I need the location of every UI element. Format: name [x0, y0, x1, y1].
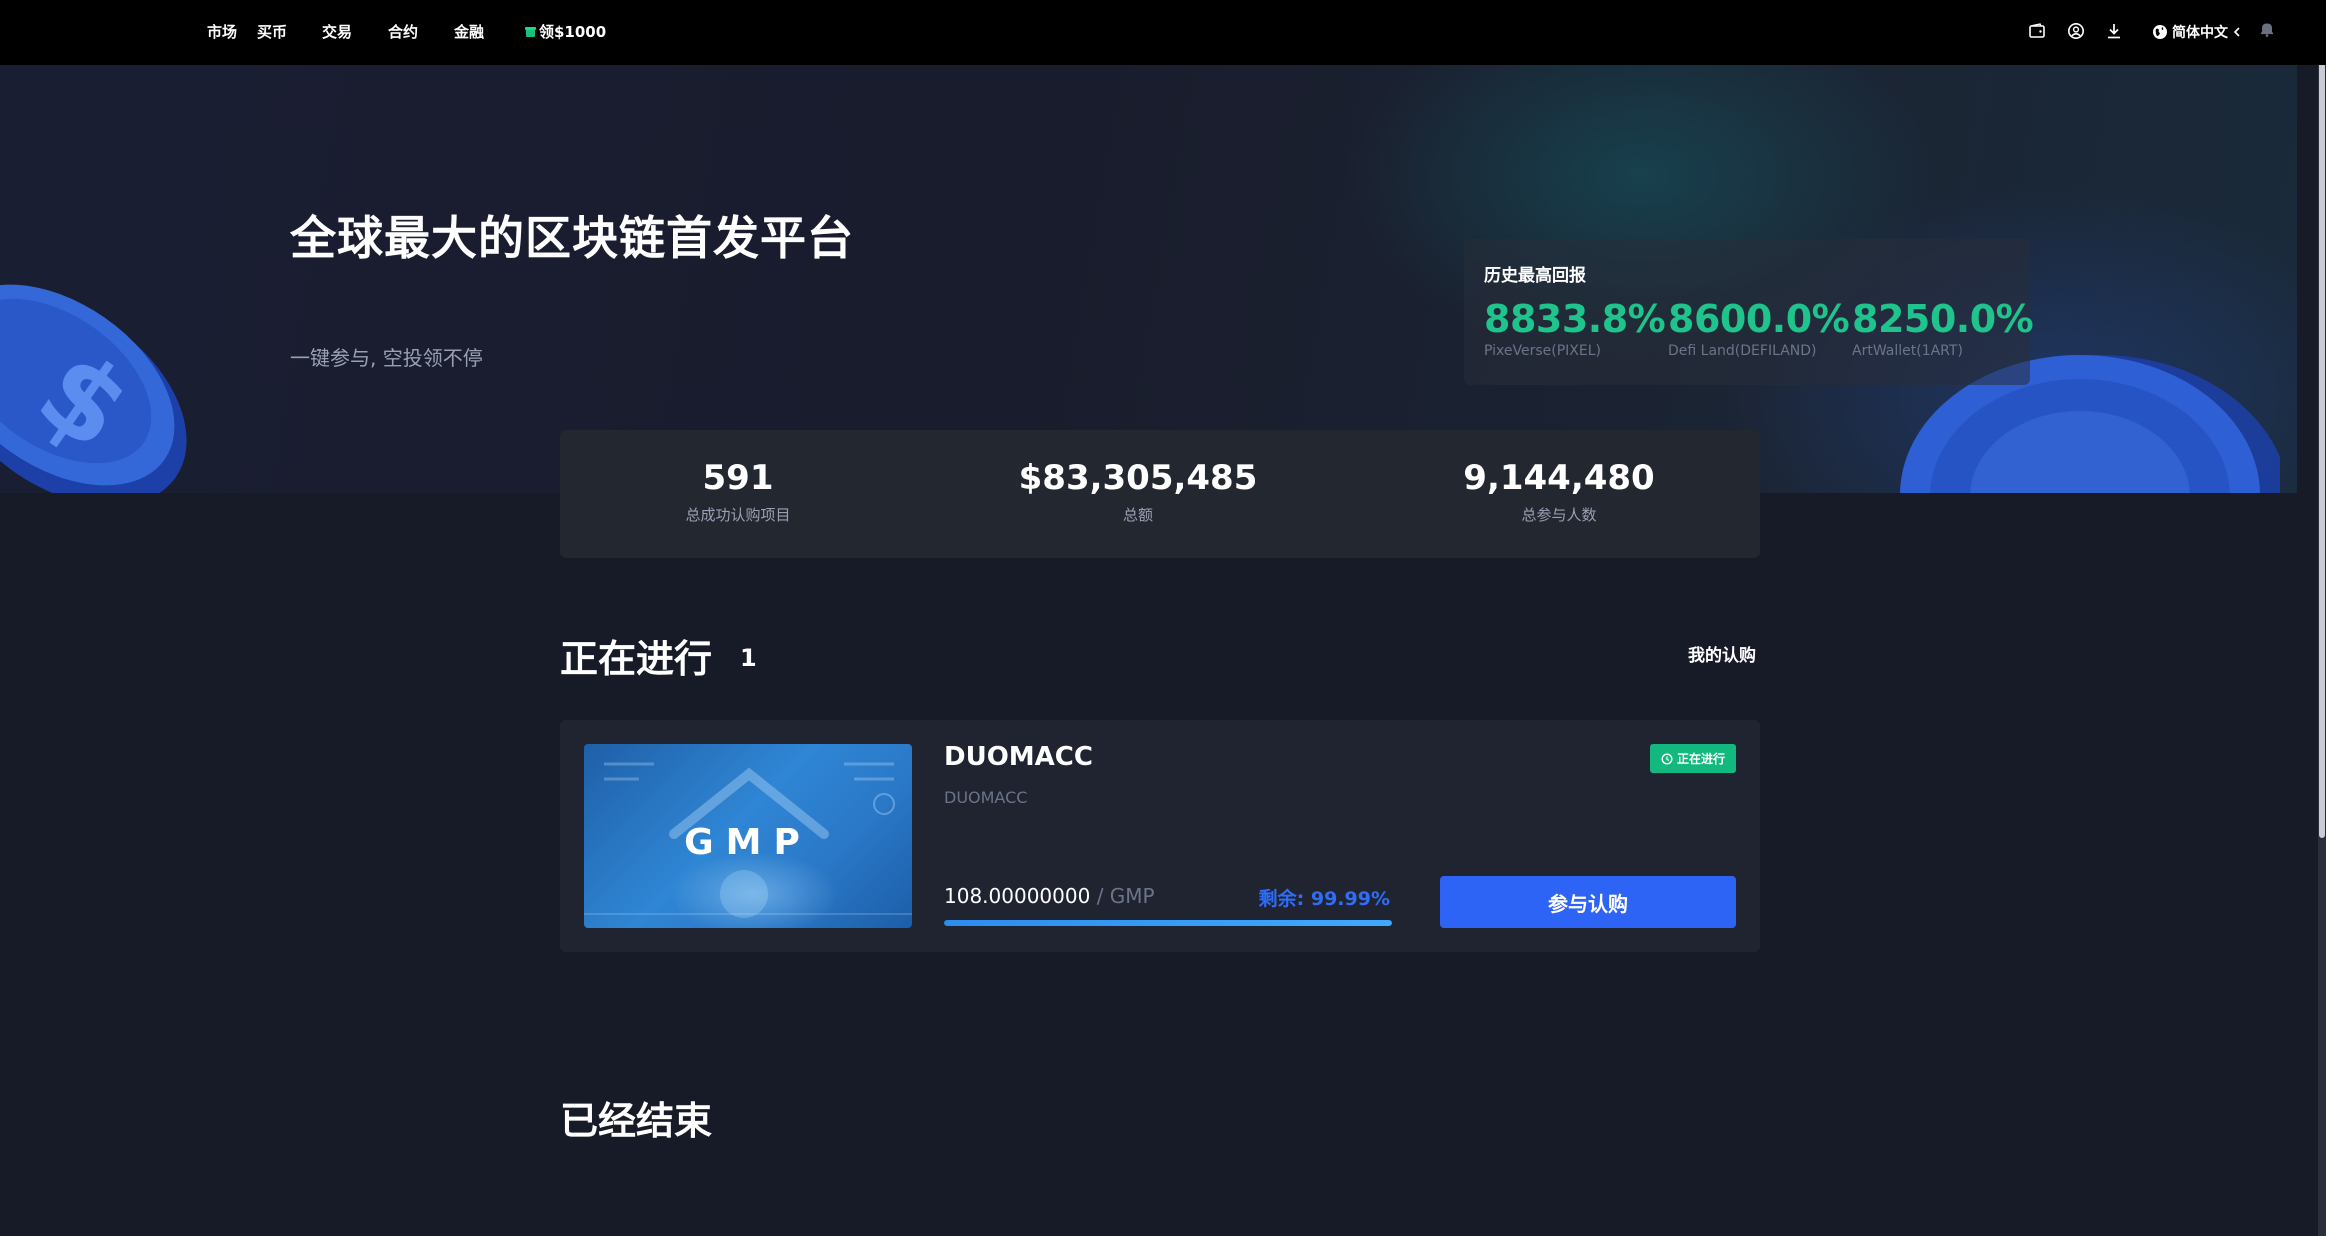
- stat-label: 总额: [1122, 506, 1153, 524]
- remaining-value: 99.99%: [1310, 888, 1390, 910]
- return-label: Defi Land(DEFILAND): [1668, 343, 1817, 359]
- bell-icon[interactable]: [2258, 20, 2276, 38]
- return-item: 8250.0% ArtWallet(1ART): [1852, 297, 2034, 359]
- stat-label: 总参与人数: [1521, 506, 1597, 524]
- returns-title: 历史最高回报: [1484, 266, 1586, 286]
- ended-section-title: 已经结束: [560, 1099, 713, 1143]
- return-value: 8600.0%: [1668, 297, 1850, 341]
- status-label: 正在进行: [1676, 752, 1725, 766]
- wallet-icon[interactable]: [2028, 22, 2046, 40]
- language-label: 简体中文: [2172, 25, 2228, 41]
- subscription-amount: 108.00000000 / GMP: [944, 884, 1155, 908]
- highest-returns-card: 历史最高回报 8833.8% PixeVerse(PIXEL) 8600.0% …: [1464, 239, 2034, 385]
- promo-label: 领$1000: [539, 23, 607, 41]
- ongoing-count: 1: [740, 644, 757, 672]
- stat-value: $83,305,485: [1018, 458, 1258, 498]
- project-image-text: GMP: [684, 822, 812, 863]
- stat-total-amount: $83,305,485 总额: [1019, 458, 1258, 525]
- user-icon[interactable]: [2067, 22, 2085, 40]
- nav-item-trade[interactable]: 交易: [322, 21, 352, 42]
- hero-banner: $ 全球最大的区块链首发平台 一键参与, 空投领不停 历史最高回报 8833.8…: [0, 65, 2297, 493]
- top-navigation: 市场 买币 交易 合约 金融 领$1000 简体中文: [0, 0, 2326, 65]
- return-item: 8600.0% Defi Land(DEFILAND): [1668, 297, 1850, 359]
- stat-participants: 9,144,480 总参与人数: [1463, 458, 1654, 525]
- clock-icon: [1661, 752, 1673, 765]
- return-label: PixeVerse(PIXEL): [1484, 343, 1601, 359]
- my-subscriptions-link[interactable]: 我的认购: [1688, 641, 1756, 666]
- ongoing-section-title: 正在进行: [560, 637, 713, 681]
- dollar-coin-illustration: $: [0, 284, 187, 493]
- return-label: ArtWallet(1ART): [1852, 343, 1963, 359]
- stat-value: 591: [702, 458, 774, 498]
- remaining-info: 剩余: 99.99%: [1256, 884, 1390, 911]
- nav-item-promo[interactable]: 领$1000: [525, 21, 606, 42]
- return-value: 8250.0%: [1852, 297, 2034, 341]
- join-subscription-button[interactable]: 参与认购: [1440, 876, 1736, 928]
- globe-icon: [2152, 24, 2168, 40]
- project-subtitle: DUOMACC: [944, 788, 1028, 807]
- nav-item-market[interactable]: 市场: [207, 21, 237, 42]
- hero-subtitle: 一键参与, 空投领不停: [290, 346, 483, 370]
- return-value: 8833.8%: [1484, 297, 1666, 341]
- return-item: 8833.8% PixeVerse(PIXEL): [1484, 297, 1666, 359]
- progress-bar: [944, 920, 1392, 926]
- hero-title: 全球最大的区块链首发平台: [290, 211, 854, 265]
- nav-item-futures[interactable]: 合约: [388, 21, 418, 42]
- chevron-left-icon: [2232, 26, 2242, 38]
- project-card[interactable]: GMP DUOMACC DUOMACC 正在进行 108.00000000 / …: [560, 720, 1760, 952]
- nav-item-buy-crypto[interactable]: 买币: [257, 21, 287, 42]
- project-name: DUOMACC: [944, 742, 1093, 772]
- gift-icon: [525, 25, 536, 38]
- remaining-label: 剩余:: [1258, 888, 1305, 910]
- progress-fill: [944, 920, 1392, 926]
- stat-label: 总成功认购项目: [685, 506, 791, 524]
- amount-value: 108.00000000: [944, 884, 1091, 908]
- download-icon[interactable]: [2105, 22, 2123, 40]
- language-selector[interactable]: 简体中文: [2152, 22, 2242, 42]
- stat-projects: 591 总成功认购项目: [685, 458, 790, 525]
- platform-stats: 591 总成功认购项目 $83,305,485 总额 9,144,480 总参与…: [560, 430, 1760, 558]
- amount-unit: / GMP: [1096, 884, 1155, 908]
- scrollbar-thumb[interactable]: [2319, 8, 2325, 838]
- project-image: GMP: [584, 744, 912, 928]
- status-badge: 正在进行: [1650, 744, 1736, 773]
- nav-item-finance[interactable]: 金融: [454, 21, 484, 42]
- stat-value: 9,144,480: [1463, 458, 1655, 498]
